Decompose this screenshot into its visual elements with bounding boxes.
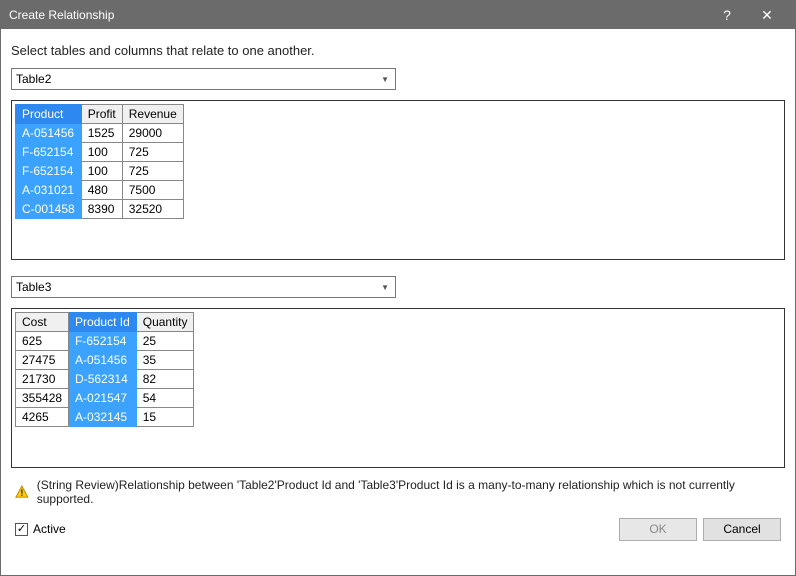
table-cell: 480 [81,181,122,200]
table-cell: 82 [136,370,194,389]
warning-row: (String Review)Relationship between 'Tab… [11,478,785,506]
help-button[interactable]: ? [707,7,747,23]
table-cell: 100 [81,162,122,181]
table-cell: 25 [136,332,194,351]
table-cell: 54 [136,389,194,408]
table1-preview: ProductProfitRevenueA-051456152529000F-6… [11,100,785,260]
table-cell: 15 [136,408,194,427]
table-cell: A-051456 [16,124,82,143]
active-label: Active [33,522,66,536]
table1-dropdown[interactable]: Table2 ▼ [11,68,396,90]
instruction-text: Select tables and columns that relate to… [11,43,785,58]
table-row[interactable]: 27475A-05145635 [16,351,194,370]
table-cell: F-652154 [69,332,137,351]
table-row[interactable]: C-001458839032520 [16,200,184,219]
column-header[interactable]: Revenue [122,105,183,124]
table-cell: A-021547 [69,389,137,408]
table-row[interactable]: A-0310214807500 [16,181,184,200]
table-cell: 8390 [81,200,122,219]
active-checkbox[interactable]: ✓ Active [15,522,66,536]
ok-button[interactable]: OK [619,518,697,541]
table-cell: A-051456 [69,351,137,370]
table-cell: 32520 [122,200,183,219]
create-relationship-dialog: Create Relationship ? ✕ Select tables an… [0,0,796,576]
table-cell: 1525 [81,124,122,143]
chevron-down-icon: ▼ [381,75,391,84]
titlebar: Create Relationship ? ✕ [1,1,795,29]
column-header[interactable]: Quantity [136,313,194,332]
column-header[interactable]: Product [16,105,82,124]
table-cell: 355428 [16,389,69,408]
column-header[interactable]: Product Id [69,313,137,332]
column-header[interactable]: Profit [81,105,122,124]
table2-preview: CostProduct IdQuantity625F-6521542527475… [11,308,785,468]
table-cell: 7500 [122,181,183,200]
table-row[interactable]: 355428A-02154754 [16,389,194,408]
table-cell: 625 [16,332,69,351]
warning-icon [15,485,29,499]
table-cell: D-562314 [69,370,137,389]
table-cell: 29000 [122,124,183,143]
table-row[interactable]: F-652154100725 [16,143,184,162]
table2-dropdown-value: Table3 [16,280,381,294]
table2[interactable]: CostProduct IdQuantity625F-6521542527475… [15,312,194,427]
table-cell: 100 [81,143,122,162]
warning-text: (String Review)Relationship between 'Tab… [37,478,781,506]
table-row[interactable]: A-051456152529000 [16,124,184,143]
table-cell: A-032145 [69,408,137,427]
table-cell: C-001458 [16,200,82,219]
table-row[interactable]: 4265A-03214515 [16,408,194,427]
column-header[interactable]: Cost [16,313,69,332]
table-cell: 725 [122,162,183,181]
table-cell: F-652154 [16,143,82,162]
table-row[interactable]: F-652154100725 [16,162,184,181]
table1-dropdown-value: Table2 [16,72,381,86]
table1[interactable]: ProductProfitRevenueA-051456152529000F-6… [15,104,184,219]
window-title: Create Relationship [9,8,707,22]
table-cell: F-652154 [16,162,82,181]
chevron-down-icon: ▼ [381,283,391,292]
dialog-body: Select tables and columns that relate to… [1,29,795,575]
table-cell: 21730 [16,370,69,389]
close-button[interactable]: ✕ [747,7,787,24]
table-row[interactable]: 625F-65215425 [16,332,194,351]
table-cell: 725 [122,143,183,162]
table2-dropdown[interactable]: Table3 ▼ [11,276,396,298]
table-cell: 4265 [16,408,69,427]
checkbox-icon: ✓ [15,523,28,536]
table-row[interactable]: 21730D-56231482 [16,370,194,389]
table-cell: 27475 [16,351,69,370]
dialog-footer: ✓ Active OK Cancel [11,516,785,546]
table-cell: A-031021 [16,181,82,200]
table-cell: 35 [136,351,194,370]
cancel-button[interactable]: Cancel [703,518,781,541]
